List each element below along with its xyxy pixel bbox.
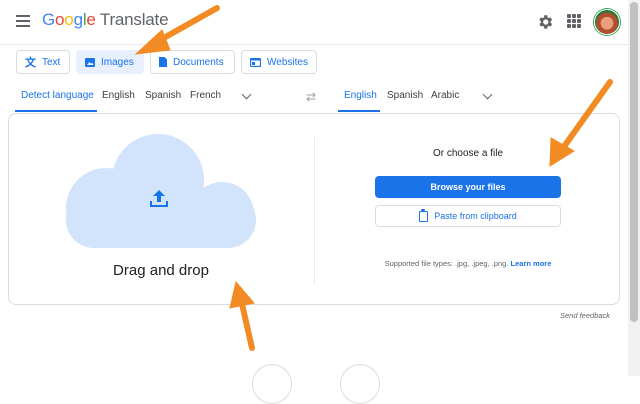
avatar[interactable]: [594, 9, 620, 35]
logo-letter: o: [64, 10, 74, 29]
source-lang-french[interactable]: French: [190, 90, 221, 101]
clipboard-icon: [419, 208, 429, 222]
chevron-down-icon[interactable]: [241, 89, 252, 100]
supported-file-types: Supported file types: .jpg, .jpeg, .png.…: [375, 259, 561, 268]
tab-label: Images: [101, 56, 134, 68]
source-lang-english[interactable]: English: [102, 90, 135, 101]
source-language-bar: Detect language English Spanish French: [0, 84, 300, 112]
tab-label: Websites: [267, 56, 308, 68]
logo-letter: g: [73, 10, 83, 29]
upload-icon: [150, 190, 168, 207]
menu-icon[interactable]: [16, 15, 30, 27]
settings-icon[interactable]: [536, 13, 554, 31]
divider: [314, 137, 315, 285]
apps-icon[interactable]: [567, 14, 581, 28]
target-lang-spanish[interactable]: Spanish: [387, 90, 423, 101]
logo-letter: G: [42, 10, 56, 29]
chevron-down-icon[interactable]: [482, 89, 493, 100]
scrollbar-thumb[interactable]: [630, 2, 638, 322]
logo-letter: e: [86, 10, 96, 29]
top-app-bar: Google Translate: [0, 0, 628, 45]
tab-text[interactable]: 文 Text: [16, 50, 70, 74]
tab-documents[interactable]: Documents: [150, 50, 235, 74]
history-button[interactable]: [252, 364, 292, 404]
drag-and-drop-label: Drag and drop: [113, 262, 209, 279]
learn-more-link[interactable]: Learn more: [511, 259, 552, 268]
browse-files-button[interactable]: Browse your files: [375, 176, 561, 198]
choose-file-label: Or choose a file: [432, 148, 504, 159]
tab-websites[interactable]: Websites: [241, 50, 317, 74]
paste-from-clipboard-button[interactable]: Paste from clipboard: [375, 205, 561, 227]
tab-label: Documents: [173, 56, 224, 68]
logo-letter: o: [55, 10, 65, 29]
tab-label: Text: [42, 56, 61, 68]
send-feedback-link[interactable]: Send feedback: [560, 311, 610, 320]
logo[interactable]: Google Translate: [42, 10, 169, 30]
paste-label: Paste from clipboard: [434, 211, 517, 221]
tab-images[interactable]: Images: [76, 50, 144, 74]
swap-languages-icon[interactable]: ⇄: [306, 90, 316, 104]
document-icon: [159, 57, 167, 67]
target-lang-english[interactable]: English: [344, 90, 377, 101]
website-icon: [250, 57, 261, 67]
saved-button[interactable]: [340, 364, 380, 404]
active-tab-underline: [338, 110, 380, 112]
source-lang-spanish[interactable]: Spanish: [145, 90, 181, 101]
scrollbar[interactable]: [628, 0, 640, 376]
source-lang-detect[interactable]: Detect language: [21, 90, 94, 101]
active-tab-underline: [15, 110, 97, 112]
image-icon: [85, 57, 95, 67]
supported-text: Supported file types: .jpg, .jpeg, .png.: [384, 259, 509, 268]
translate-icon: 文: [25, 57, 36, 69]
target-language-bar: English Spanish Arabic: [330, 84, 630, 112]
target-lang-arabic[interactable]: Arabic: [431, 90, 459, 101]
product-name: Translate: [99, 10, 169, 29]
